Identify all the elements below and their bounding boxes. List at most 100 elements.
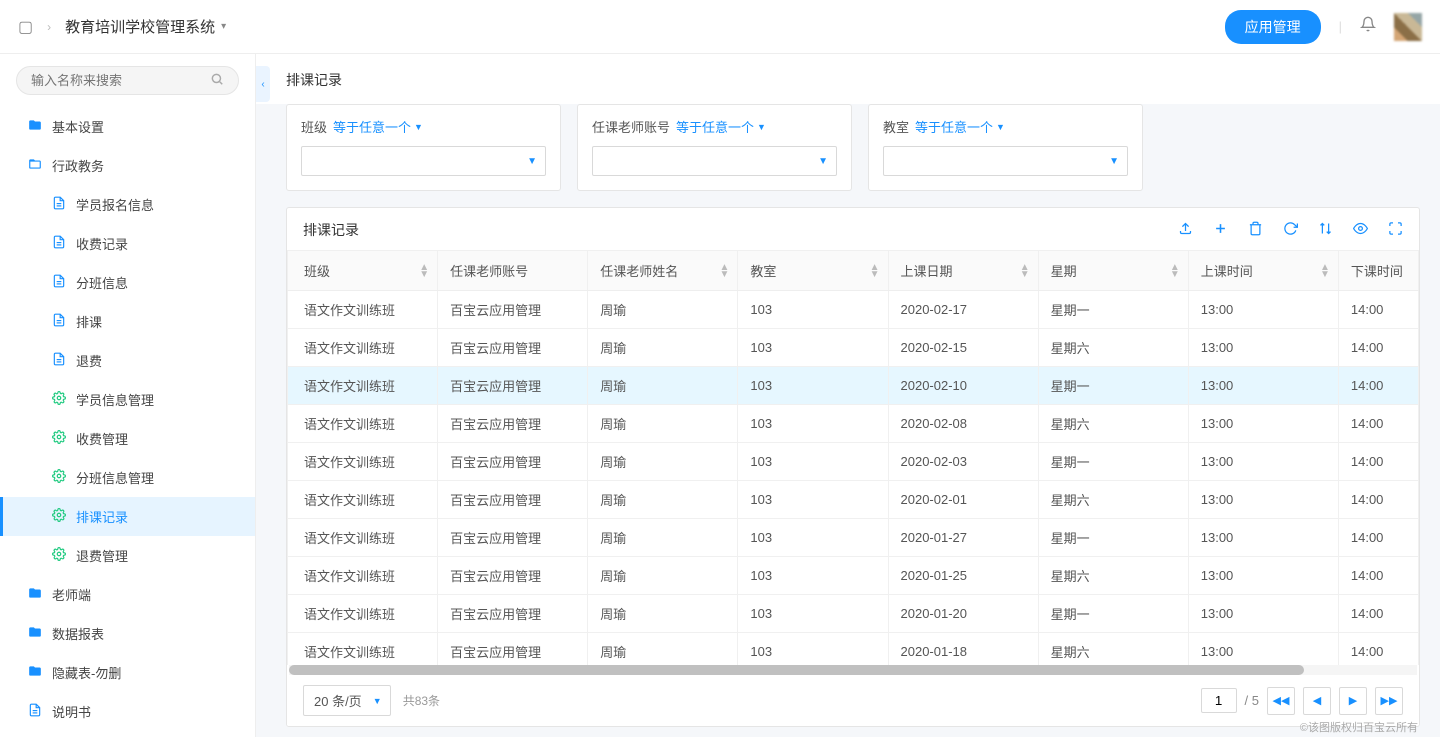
table-row[interactable]: 语文作文训练班百宝云应用管理周瑜1032020-02-17星期一13:0014:… [288,291,1419,329]
app-title-dropdown[interactable]: 教育培训学校管理系统 ▾ [65,16,226,37]
table-cell: 103 [738,367,888,405]
sidebar-item[interactable]: 收费管理 [0,419,255,458]
caret-down-icon: ▼ [373,696,382,706]
table-cell: 13:00 [1188,481,1338,519]
table-cell: 14:00 [1338,595,1418,633]
sidebar-item[interactable]: 排课记录 [0,497,255,536]
sort-icon[interactable]: ▲▼ [1320,264,1330,278]
sidebar-item[interactable]: 老师端 [0,575,255,614]
filter-condition-dropdown[interactable]: 等于任意一个 ▼ [915,117,1005,136]
column-header[interactable]: 任课老师账号 [438,251,588,291]
table-cell: 百宝云应用管理 [438,481,588,519]
table-row[interactable]: 语文作文训练班百宝云应用管理周瑜1032020-01-20星期一13:0014:… [288,595,1419,633]
table-cell: 13:00 [1188,519,1338,557]
sidebar-item-label: 分班信息管理 [76,468,154,487]
app-manage-button[interactable]: 应用管理 [1225,10,1321,44]
table-cell: 13:00 [1188,443,1338,481]
filter-value-dropdown[interactable]: ▼ [883,146,1128,176]
sidebar-item[interactable]: 行政教务 [0,146,255,185]
sidebar-item[interactable]: 隐藏表-勿删 [0,653,255,692]
filter-condition-dropdown[interactable]: 等于任意一个 ▼ [333,117,423,136]
bell-icon[interactable] [1360,16,1376,37]
sort-icon[interactable]: ▲▼ [1020,264,1030,278]
table-cell: 星期六 [1038,557,1188,595]
sidebar-item[interactable]: 退费管理 [0,536,255,575]
filter-value-dropdown[interactable]: ▼ [592,146,837,176]
table-row[interactable]: 语文作文训练班百宝云应用管理周瑜1032020-02-01星期六13:0014:… [288,481,1419,519]
table-row[interactable]: 语文作文训练班百宝云应用管理周瑜1032020-02-10星期一13:0014:… [288,367,1419,405]
sort-icon[interactable]: ▲▼ [419,264,429,278]
search-input-wrap[interactable] [16,66,239,95]
search-input[interactable] [31,73,210,88]
prev-page-button[interactable]: ◀ [1303,687,1331,715]
sidebar-item[interactable]: 学员信息管理 [0,380,255,419]
sidebar-item[interactable]: 数据报表 [0,614,255,653]
table-cell: 13:00 [1188,595,1338,633]
column-header[interactable]: 下课时间 [1338,251,1418,291]
column-header[interactable]: 星期▲▼ [1038,251,1188,291]
table-cell: 星期六 [1038,633,1188,666]
sort-icon[interactable]: ▲▼ [870,264,880,278]
table-cell: 103 [738,405,888,443]
column-header[interactable]: 上课时间▲▼ [1188,251,1338,291]
table-actions [1178,221,1403,240]
table-row[interactable]: 语文作文训练班百宝云应用管理周瑜1032020-01-18星期六13:0014:… [288,633,1419,666]
first-page-button[interactable]: ◀◀ [1267,687,1295,715]
last-page-button[interactable]: ▶▶ [1375,687,1403,715]
refresh-icon[interactable] [1283,221,1298,240]
table-cell: 14:00 [1338,481,1418,519]
table-card: 排课记录 班级▲▼任课老师账号任课老师姓名▲▼教室▲▼上课日期▲▼星期▲▼上课时… [286,207,1420,727]
table-cell: 语文作文训练班 [288,595,438,633]
filter-condition-dropdown[interactable]: 等于任意一个 ▼ [676,117,766,136]
folder-icon [28,625,42,642]
next-page-button[interactable]: ▶ [1339,687,1367,715]
table-cell: 百宝云应用管理 [438,329,588,367]
sort-icon[interactable] [1318,221,1333,240]
table-cell: 2020-01-18 [888,633,1038,666]
sidebar-item[interactable]: 分班信息 [0,263,255,302]
gear-icon [52,547,66,564]
table-cell: 星期一 [1038,519,1188,557]
sidebar-item[interactable]: 分班信息管理 [0,458,255,497]
export-icon[interactable] [1178,221,1193,240]
fullscreen-icon[interactable] [1388,221,1403,240]
add-icon[interactable] [1213,221,1228,240]
avatar[interactable] [1394,13,1422,41]
page-input[interactable] [1201,688,1237,713]
view-icon[interactable] [1353,221,1368,240]
table-row[interactable]: 语文作文训练班百宝云应用管理周瑜1032020-01-27星期一13:0014:… [288,519,1419,557]
filter-label: 教室 [883,117,909,136]
chevron-right-icon: › [47,20,51,34]
column-header[interactable]: 任课老师姓名▲▼ [588,251,738,291]
table-cell: 2020-01-27 [888,519,1038,557]
filter-label: 班级 [301,117,327,136]
filter-card: 教室 等于任意一个 ▼ ▼ [868,104,1143,191]
table-cell: 周瑜 [588,519,738,557]
page-size-select[interactable]: 20 条/页 ▼ [303,685,391,716]
table-row[interactable]: 语文作文训练班百宝云应用管理周瑜1032020-02-08星期六13:0014:… [288,405,1419,443]
app-header: ▢ › 教育培训学校管理系统 ▾ 应用管理 | [0,0,1440,54]
sidebar-item[interactable]: 排课 [0,302,255,341]
horizontal-scrollbar[interactable] [289,665,1417,675]
sidebar-item[interactable]: 学员报名信息 [0,185,255,224]
filter-value-dropdown[interactable]: ▼ [301,146,546,176]
table-row[interactable]: 语文作文训练班百宝云应用管理周瑜1032020-02-15星期六13:0014:… [288,329,1419,367]
sidebar-item[interactable]: 退费 [0,341,255,380]
table-row[interactable]: 语文作文训练班百宝云应用管理周瑜1032020-02-03星期一13:0014:… [288,443,1419,481]
sort-icon[interactable]: ▲▼ [1170,264,1180,278]
sidebar-collapse-button[interactable]: ‹ [256,66,270,102]
sidebar-item[interactable]: 基本设置 [0,107,255,146]
column-header[interactable]: 教室▲▼ [738,251,888,291]
caret-down-icon: ▼ [1109,156,1119,167]
table-row[interactable]: 语文作文训练班百宝云应用管理周瑜1032020-01-25星期六13:0014:… [288,557,1419,595]
column-header[interactable]: 上课日期▲▼ [888,251,1038,291]
sidebar-item[interactable]: 说明书 [0,692,255,731]
table-cell: 2020-01-25 [888,557,1038,595]
sort-icon[interactable]: ▲▼ [719,264,729,278]
folder-icon [28,664,42,681]
delete-icon[interactable] [1248,221,1263,240]
sidebar-item-label: 行政教务 [52,156,104,175]
sidebar-item[interactable]: 收费记录 [0,224,255,263]
column-header[interactable]: 班级▲▼ [288,251,438,291]
sidebar-item-label: 说明书 [52,702,91,721]
